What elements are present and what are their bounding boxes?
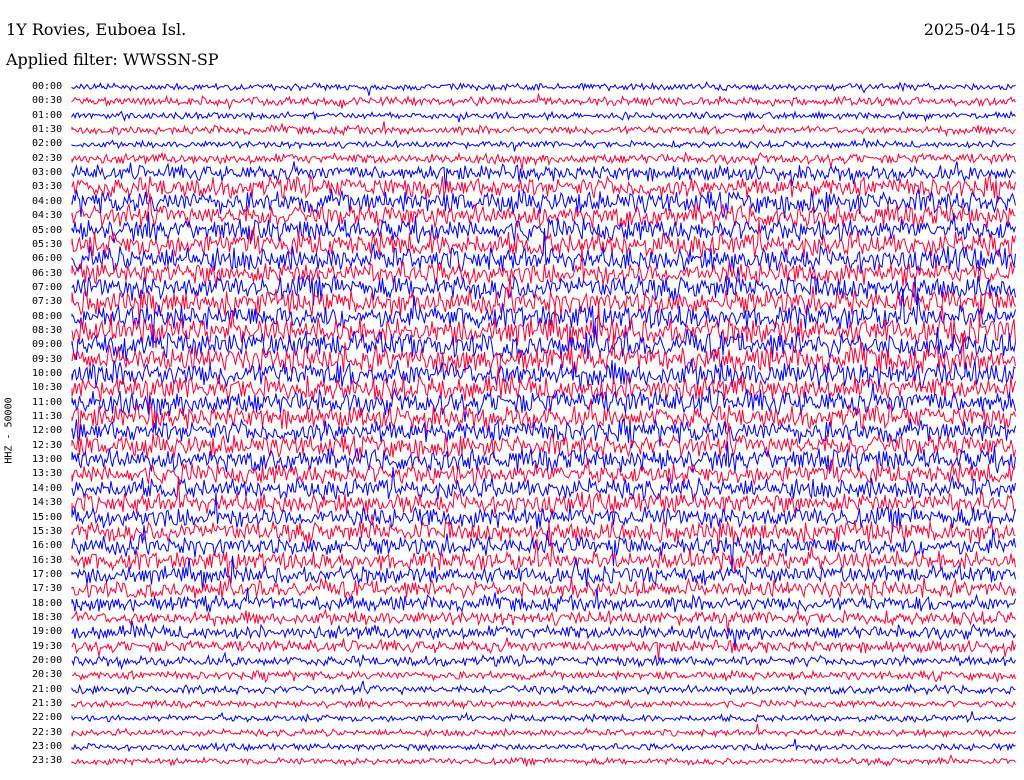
trace-2130	[71, 698, 1016, 710]
trace-1830	[71, 608, 1016, 632]
trace-1430	[71, 476, 1016, 515]
trace-0230	[71, 151, 1016, 171]
helicorder-chart: 1Y Rovies, Euboea Isl. Applied filter: W…	[0, 0, 1024, 780]
trace-2330	[71, 754, 1016, 768]
trace-0730	[71, 275, 1016, 328]
trace-0130	[71, 121, 1016, 138]
trace-1930	[71, 637, 1016, 660]
trace-1630	[71, 538, 1016, 578]
trace-2300	[71, 738, 1016, 753]
trace-0030	[71, 93, 1016, 111]
trace-2000	[71, 651, 1016, 671]
trace-2100	[71, 680, 1016, 696]
trace-0100	[71, 110, 1016, 123]
trace-2230	[71, 723, 1016, 738]
trace-2030	[71, 668, 1016, 684]
trace-0200	[71, 137, 1016, 152]
trace-2200	[71, 711, 1016, 724]
trace-1800	[71, 587, 1016, 614]
seismogram-plot	[71, 81, 1016, 768]
trace-0000	[71, 81, 1016, 96]
